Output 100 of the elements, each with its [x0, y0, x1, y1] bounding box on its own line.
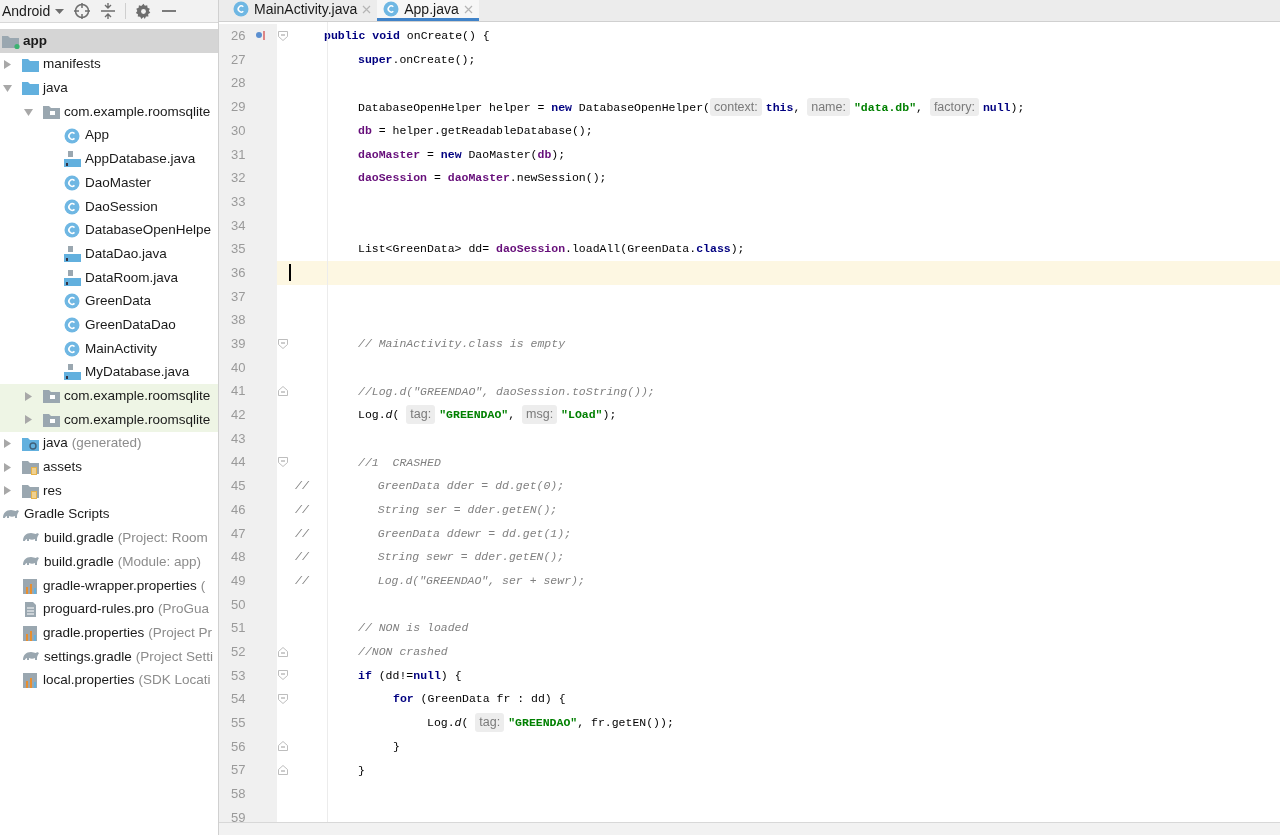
java-file-icon	[63, 245, 82, 264]
tree-item[interactable]: com.example.roomsqlite	[0, 408, 218, 432]
line-number: 48	[230, 548, 246, 567]
collapsed-arrow-icon[interactable]	[3, 60, 12, 70]
java-file-icon	[63, 150, 82, 169]
tree-item[interactable]: DaoSession	[0, 194, 218, 219]
line-number: 29	[230, 98, 246, 117]
tree-item[interactable]: java (generated)	[0, 431, 218, 456]
code-line: for (GreenData fr : dd) {	[393, 691, 566, 708]
line-number: 42	[230, 406, 246, 425]
tree-item-label: com.example.roomsqlite	[64, 410, 211, 429]
tree-item[interactable]: MyDatabase.java	[0, 360, 218, 385]
tree-item[interactable]: MainActivity	[0, 336, 218, 361]
close-icon[interactable]	[362, 4, 372, 14]
fold-start-icon[interactable]	[278, 30, 288, 41]
code-line: DatabaseOpenHelper helper = new DatabaseOpenHelper( context: this, name: "data.db", factory: null);	[358, 97, 1025, 117]
line-number: 33	[230, 192, 246, 211]
collapsed-arrow-icon[interactable]	[3, 486, 12, 496]
tree-item-label: build.gradle	[44, 552, 114, 571]
close-icon[interactable]	[463, 4, 473, 14]
fold-end-icon[interactable]	[278, 765, 288, 776]
code-line: Log.d( tag: "GREENDAO", fr.getEN());	[427, 713, 674, 733]
collapsed-arrow-icon[interactable]	[24, 415, 33, 425]
line-number: 36	[230, 263, 246, 282]
tree-item[interactable]: build.gradle (Module: app)	[0, 550, 218, 574]
line-number: 35	[230, 240, 246, 259]
collapsed-arrow-icon[interactable]	[24, 391, 33, 401]
tree-item[interactable]: gradle-wrapper.properties (	[0, 573, 218, 598]
fold-start-icon[interactable]	[278, 338, 288, 349]
line-number: 32	[230, 169, 246, 188]
tree-item-label: res	[43, 481, 62, 500]
code-line: // Log.d("GREENDAO", ser + sewr);	[295, 573, 585, 590]
code-line: daoSession = daoMaster.newSession();	[358, 170, 607, 187]
tree-item-label: AppDatabase.java	[85, 150, 196, 169]
line-number: 44	[230, 453, 246, 472]
collapsed-arrow-icon[interactable]	[3, 439, 12, 449]
minimize-icon[interactable]	[161, 9, 178, 13]
expanded-arrow-icon[interactable]	[3, 84, 12, 93]
tree-item[interactable]: settings.gradle (Project Setti	[0, 644, 218, 669]
class-icon	[63, 339, 82, 358]
tree-item-label: manifests	[43, 55, 101, 74]
editor-tab[interactable]: App.java	[377, 0, 479, 21]
tree-item[interactable]: DataRoom.java	[0, 265, 218, 290]
tree-item-label: settings.gradle	[44, 647, 132, 666]
tree-item[interactable]: res	[0, 479, 218, 503]
tree-item[interactable]: DataDao.java	[0, 242, 218, 266]
fold-start-icon[interactable]	[278, 694, 288, 705]
tree-item-label: gradle.properties	[43, 623, 145, 642]
text-caret	[289, 264, 291, 282]
tree-item[interactable]: proguard-rules.pro (ProGua	[0, 597, 218, 622]
line-number: 57	[230, 761, 246, 780]
tree-item[interactable]: GreenDataDao	[0, 313, 218, 337]
tree-item[interactable]: gradle.properties (Project Pr	[0, 621, 218, 645]
java-file-icon	[63, 363, 82, 382]
tree-item[interactable]: local.properties (SDK Locati	[0, 668, 218, 693]
collapse-icon[interactable]	[100, 2, 117, 20]
tree-item[interactable]: Gradle Scripts	[0, 502, 218, 527]
class-icon	[383, 1, 400, 17]
tree-item[interactable]: AppDatabase.java	[0, 147, 218, 172]
tree-item[interactable]: DaoMaster	[0, 171, 218, 195]
fold-end-icon[interactable]	[278, 646, 288, 657]
override-marker-icon	[255, 31, 266, 41]
fold-start-icon[interactable]	[278, 670, 288, 681]
line-number: 56	[230, 737, 246, 756]
fold-start-icon[interactable]	[278, 457, 288, 468]
code-line: //NON crashed	[358, 644, 448, 661]
collapsed-arrow-icon[interactable]	[3, 462, 12, 472]
tree-item[interactable]: assets	[0, 455, 218, 480]
tree-item[interactable]: DatabaseOpenHelpe	[0, 218, 218, 243]
fold-end-icon[interactable]	[278, 386, 288, 397]
tree-item-label: build.gradle	[44, 529, 114, 548]
code-line: // GreenData dder = dd.get(0);	[295, 478, 565, 495]
tree-item-note: (	[200, 576, 206, 595]
code-line: Log.d( tag: "GREENDAO", msg: "LOad");	[358, 405, 617, 425]
fold-end-icon[interactable]	[278, 741, 288, 752]
line-number: 26	[230, 27, 246, 46]
tree-item-label: DatabaseOpenHelpe	[85, 221, 212, 240]
tree-item-note: (generated)	[71, 434, 142, 453]
class-icon	[63, 173, 82, 192]
tree-item[interactable]: java	[0, 76, 218, 101]
tree-item-note: (Module: app)	[117, 552, 202, 571]
tree-item[interactable]: GreenData	[0, 289, 218, 314]
tree-item[interactable]: App	[0, 123, 218, 148]
locate-icon[interactable]	[73, 2, 92, 20]
tree-item[interactable]: manifests	[0, 52, 218, 77]
line-number: 46	[230, 500, 246, 519]
tree-item[interactable]: com.example.roomsqlite	[0, 100, 218, 124]
expanded-arrow-icon[interactable]	[24, 107, 33, 116]
editor-tab[interactable]: MainActivity.java	[227, 0, 378, 21]
tree-item[interactable]: build.gradle (Project: Room	[0, 526, 218, 551]
tree-item-label: assets	[43, 458, 83, 477]
tree-item[interactable]: com.example.roomsqlite	[0, 384, 218, 408]
line-number: 53	[230, 666, 246, 685]
tree-item[interactable]: app	[0, 29, 218, 53]
settings-icon[interactable]	[135, 2, 153, 20]
tree-item-note: (Project Setti	[135, 647, 214, 666]
code-line: }	[393, 738, 400, 755]
code-line: public void onCreate() {	[324, 28, 490, 45]
bar-chart-file-icon	[21, 671, 40, 690]
line-number: 59	[230, 808, 246, 822]
